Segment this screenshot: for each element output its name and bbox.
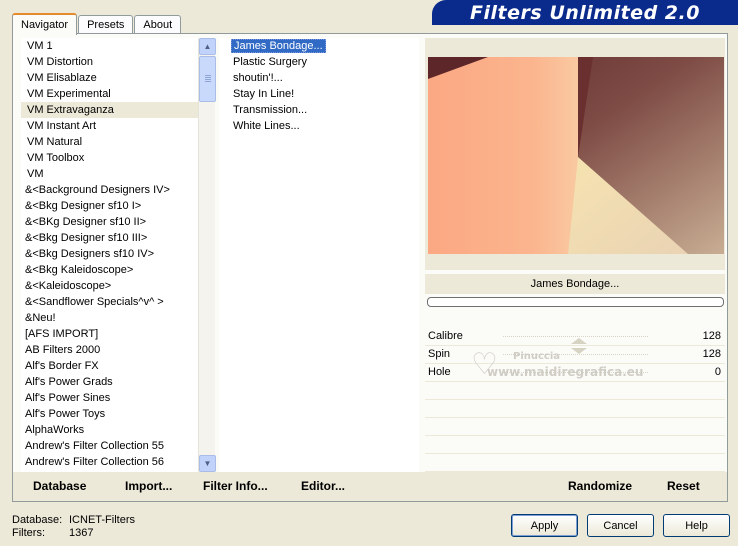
category-scrollbar[interactable]: ▲ ▼ — [198, 38, 216, 472]
parameter-list: Calibre 128 Spin 128 Hole 0 — [425, 328, 725, 472]
help-button[interactable]: Help — [663, 514, 730, 537]
tab-navigator[interactable]: Navigator — [12, 13, 78, 35]
filter-item-label: Plastic Surgery — [233, 56, 307, 68]
param-label: Hole — [428, 366, 451, 378]
filter-item-label: shoutin'!... — [233, 72, 283, 84]
category-list[interactable]: VM 1 VM Distortion VM Elisablaze VM Experim… — [21, 38, 206, 472]
tab-about[interactable]: About — [134, 15, 182, 34]
chevron-down-icon[interactable]: ▼ — [199, 455, 216, 472]
category-item[interactable]: Alf's Border FX — [21, 358, 206, 374]
category-item[interactable]: VM Toolbox — [21, 150, 206, 166]
cancel-button[interactable]: Cancel — [587, 514, 654, 537]
slider-thumb[interactable] — [571, 338, 587, 344]
category-item[interactable]: Andrew's Filter Collection 56 — [21, 454, 206, 470]
database-value: ICNET-Filters — [69, 514, 135, 526]
param-label: Calibre — [428, 330, 463, 342]
category-item[interactable]: VM Extravaganza — [21, 102, 206, 118]
filter-item[interactable]: Stay In Line! — [219, 86, 419, 102]
filter-item[interactable]: Transmission... — [219, 102, 419, 118]
scrollbar-thumb[interactable] — [199, 56, 216, 102]
database-info: Database: ICNET-Filters Filters: 1367 — [12, 514, 135, 540]
tab-bar: Navigator Presets About — [12, 12, 182, 35]
param-empty — [425, 436, 725, 454]
param-empty — [425, 400, 725, 418]
param-empty — [425, 454, 725, 472]
navigator-panel: VM 1 VM Distortion VM Elisablaze VM Experim… — [12, 33, 728, 502]
preview-section: James Bondage... Calibre 128 Spin 128 Ho… — [425, 38, 725, 472]
category-item[interactable]: &<BKg Designer sf10 II> — [21, 214, 206, 230]
category-item[interactable]: &<Kaleidoscope> — [21, 278, 206, 294]
filter-item-label: James Bondage... — [231, 39, 326, 53]
category-item[interactable]: Alf's Power Sines — [21, 390, 206, 406]
category-item[interactable]: &<Bkg Designer sf10 I> — [21, 198, 206, 214]
filter-info-button[interactable]: Filter Info... — [203, 479, 268, 493]
param-spin[interactable]: Spin 128 — [425, 346, 725, 364]
selected-filter-name: James Bondage... — [425, 274, 725, 294]
param-value: 128 — [702, 330, 721, 342]
category-item[interactable]: VM — [21, 166, 206, 182]
slider-thumb[interactable] — [571, 348, 587, 354]
category-item[interactable]: Andrew's Filter Collection 55 — [21, 438, 206, 454]
category-item[interactable]: [AFS IMPORT] — [21, 326, 206, 342]
app-banner: Filters Unlimited 2.0 — [432, 0, 738, 25]
tab-presets[interactable]: Presets — [78, 15, 134, 34]
param-value: 0 — [714, 366, 721, 378]
category-item[interactable]: &<Bkg Kaleidoscope> — [21, 262, 206, 278]
filter-item[interactable]: shoutin'!... — [219, 70, 419, 86]
category-item[interactable]: &Neu! — [21, 310, 206, 326]
watermark-url: www.maidiregrafica.eu — [487, 365, 644, 379]
category-item[interactable]: Alf's Power Toys — [21, 406, 206, 422]
filter-item-label: Stay In Line! — [233, 88, 295, 100]
category-item[interactable]: &<Sandflower Specials^v^ > — [21, 294, 206, 310]
param-calibre[interactable]: Calibre 128 — [425, 328, 725, 346]
param-label: Spin — [428, 348, 451, 360]
chevron-up-icon[interactable]: ▲ — [199, 38, 216, 55]
filter-item[interactable]: Plastic Surgery — [219, 54, 419, 70]
category-item[interactable]: &<Background Designers IV> — [21, 182, 206, 198]
category-item[interactable]: VM Natural — [21, 134, 206, 150]
param-value: 128 — [702, 348, 721, 360]
filter-item[interactable]: White Lines... — [219, 118, 419, 134]
category-item[interactable]: &<Bkg Designers sf10 IV> — [21, 246, 206, 262]
panel-button-bar: Database Import... Filter Info... Editor… — [13, 472, 727, 501]
randomize-button[interactable]: Randomize — [568, 479, 632, 493]
filter-item-label: White Lines... — [233, 120, 300, 132]
filter-list[interactable]: James Bondage... Plastic Surgery shoutin'!… — [219, 38, 419, 472]
filter-preview-image — [428, 57, 724, 254]
param-empty — [425, 418, 725, 436]
category-item[interactable]: &<Bkg Designer sf10 III> — [21, 230, 206, 246]
filters-count: 1367 — [69, 527, 94, 539]
database-button[interactable]: Database — [33, 479, 86, 493]
filter-item-label: Transmission... — [233, 104, 308, 116]
filters-label: Filters: — [12, 527, 45, 539]
filter-item[interactable]: James Bondage... — [219, 38, 419, 54]
database-label: Database: — [12, 514, 63, 526]
apply-button[interactable]: Apply — [511, 514, 578, 537]
category-item[interactable]: VM Distortion — [21, 54, 206, 70]
watermark-name: Pinuccia — [513, 351, 561, 362]
reset-button[interactable]: Reset — [667, 479, 700, 493]
import-button[interactable]: Import... — [125, 479, 172, 493]
editor-button[interactable]: Editor... — [301, 479, 345, 493]
category-item[interactable]: Alf's Power Grads — [21, 374, 206, 390]
progress-bar — [427, 297, 724, 307]
category-item[interactable]: AlphaWorks — [21, 422, 206, 438]
category-item[interactable]: VM 1 — [21, 38, 206, 54]
category-item[interactable]: VM Instant Art — [21, 118, 206, 134]
category-item[interactable]: VM Experimental — [21, 86, 206, 102]
param-empty — [425, 382, 725, 400]
category-item[interactable]: VM Elisablaze — [21, 70, 206, 86]
category-item[interactable]: AB Filters 2000 — [21, 342, 206, 358]
